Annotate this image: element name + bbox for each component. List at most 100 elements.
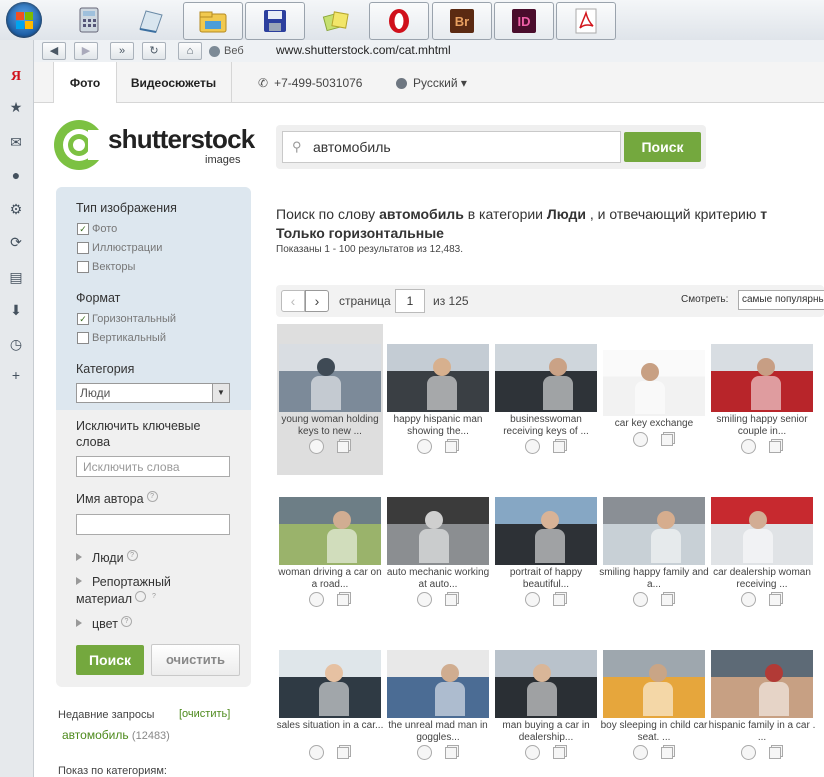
bookmarks-icon[interactable]: ★ [7, 98, 25, 116]
shutterstock-logo[interactable]: shutterstock images [54, 120, 255, 170]
lightbox-icon[interactable] [525, 745, 540, 760]
save-icon[interactable] [245, 2, 305, 40]
opera-icon[interactable] [369, 2, 429, 40]
result-thumbnail[interactable] [711, 650, 813, 718]
lightbox-icon[interactable] [417, 592, 432, 607]
lightbox-icon[interactable] [633, 432, 648, 447]
language-select[interactable]: Русский ▾ [396, 76, 467, 90]
lightbox-icon[interactable] [633, 745, 648, 760]
result-thumbnail[interactable] [603, 497, 705, 565]
result-thumbnail[interactable] [279, 650, 381, 718]
type-photo-checkbox[interactable]: ✓ [77, 223, 89, 235]
author-input[interactable] [76, 514, 230, 535]
lightbox-icon[interactable] [417, 745, 432, 760]
type-vector-checkbox[interactable] [77, 261, 89, 273]
help-icon[interactable]: ? [146, 491, 158, 502]
result-caption[interactable]: portrait of happy beautiful... [491, 567, 601, 591]
recent-item[interactable]: автомобиль (12483) [62, 728, 170, 742]
search-input[interactable]: ⚲ автомобиль [282, 131, 621, 163]
result-thumbnail[interactable] [279, 344, 381, 412]
similar-images-icon[interactable] [553, 594, 565, 606]
result-thumbnail[interactable] [603, 650, 705, 718]
result-caption[interactable]: the unreal mad man in goggles... [383, 720, 493, 744]
help-icon[interactable]: ? [135, 591, 156, 602]
filter-search-button[interactable]: Поиск [76, 645, 144, 675]
result-thumbnail[interactable] [495, 344, 597, 412]
sticky-notes-icon[interactable] [316, 2, 356, 38]
help-icon[interactable]: ? [126, 550, 138, 561]
color-toggle[interactable]: цвет? [92, 616, 132, 631]
result-thumbnail[interactable] [387, 497, 489, 565]
notes-icon[interactable]: ▤ [7, 268, 25, 286]
search-button[interactable]: Поиск [624, 132, 701, 162]
lightbox-icon[interactable] [741, 592, 756, 607]
similar-images-icon[interactable] [661, 594, 673, 606]
lightbox-icon[interactable] [525, 439, 540, 454]
result-caption[interactable]: smiling happy family and a... [599, 567, 709, 591]
format-v-checkbox[interactable] [77, 332, 89, 344]
history-icon[interactable]: ◷ [7, 335, 25, 353]
yandex-icon[interactable]: Я [7, 68, 25, 86]
exclude-input[interactable]: Исключить слова [76, 456, 230, 477]
help-icon[interactable]: ? [120, 616, 132, 627]
lightbox-icon[interactable] [417, 439, 432, 454]
next-page-button[interactable]: › [305, 290, 329, 312]
settings-icon[interactable]: ⚙ [7, 200, 25, 218]
result-caption[interactable]: sales situation in a car... [275, 720, 385, 732]
explorer-icon[interactable] [183, 2, 243, 40]
home-button[interactable]: ⌂ [178, 42, 202, 60]
page-input[interactable]: 1 [395, 289, 425, 313]
result-thumbnail[interactable] [387, 344, 489, 412]
similar-images-icon[interactable] [445, 441, 457, 453]
result-caption[interactable]: businesswoman receiving keys of ... [491, 414, 601, 438]
lightbox-icon[interactable] [633, 592, 648, 607]
filter-clear-button[interactable]: очистить [151, 644, 240, 676]
similar-images-icon[interactable] [553, 747, 565, 759]
similar-images-icon[interactable] [337, 594, 349, 606]
lightbox-icon[interactable] [741, 745, 756, 760]
category-select[interactable]: Люди ▼ [76, 383, 230, 403]
similar-images-icon[interactable] [769, 441, 781, 453]
result-thumbnail[interactable] [711, 497, 813, 565]
result-caption[interactable]: car dealership woman receiving ... [707, 567, 817, 591]
result-caption[interactable]: car key exchange [599, 418, 709, 430]
result-caption[interactable]: happy hispanic man showing the... [383, 414, 493, 438]
result-thumbnail[interactable] [495, 497, 597, 565]
contacts-icon[interactable]: ● [7, 166, 25, 184]
result-thumbnail[interactable] [495, 650, 597, 718]
similar-images-icon[interactable] [769, 747, 781, 759]
similar-images-icon[interactable] [445, 594, 457, 606]
url-field[interactable]: www.shutterstock.com/cat.mhtml [276, 40, 451, 60]
lightbox-icon[interactable] [309, 439, 324, 454]
reportage-toggle[interactable]: Репортажный материал? [76, 574, 201, 608]
fast-forward-button[interactable]: » [110, 42, 134, 60]
people-toggle[interactable]: Люди? [92, 550, 138, 565]
transfer-icon[interactable]: ⟳ [7, 233, 25, 251]
lightbox-icon[interactable] [309, 745, 324, 760]
result-caption[interactable]: young woman holding keys to new ... [275, 414, 385, 438]
result-caption[interactable]: man buying a car in dealership... [491, 720, 601, 744]
recent-clear-link[interactable]: [очистить] [179, 708, 230, 720]
calculator-icon[interactable] [74, 2, 104, 38]
similar-images-icon[interactable] [553, 441, 565, 453]
format-h-checkbox[interactable]: ✓ [77, 313, 89, 325]
result-caption[interactable]: boy sleeping in child car seat. ... [599, 720, 709, 744]
result-thumbnail[interactable] [387, 650, 489, 718]
result-caption[interactable]: hispanic family in a car . ... [707, 720, 817, 744]
result-thumbnail[interactable] [603, 350, 705, 416]
result-thumbnail[interactable] [279, 497, 381, 565]
similar-images-icon[interactable] [769, 594, 781, 606]
result-thumbnail[interactable] [711, 344, 813, 412]
lightbox-icon[interactable] [525, 592, 540, 607]
acrobat-icon[interactable] [556, 2, 616, 40]
indesign-icon[interactable]: ID [494, 2, 554, 40]
type-illus-checkbox[interactable] [77, 242, 89, 254]
similar-images-icon[interactable] [445, 747, 457, 759]
result-caption[interactable]: smiling happy senior couple in... [707, 414, 817, 438]
tab-video[interactable]: Видеосюжеты [116, 62, 232, 102]
similar-images-icon[interactable] [337, 747, 349, 759]
forward-button[interactable]: ▶ [74, 42, 98, 60]
downloads-icon[interactable]: ⬇ [7, 301, 25, 319]
mail-icon[interactable]: ✉ [7, 133, 25, 151]
bridge-icon[interactable]: Br [432, 2, 492, 40]
